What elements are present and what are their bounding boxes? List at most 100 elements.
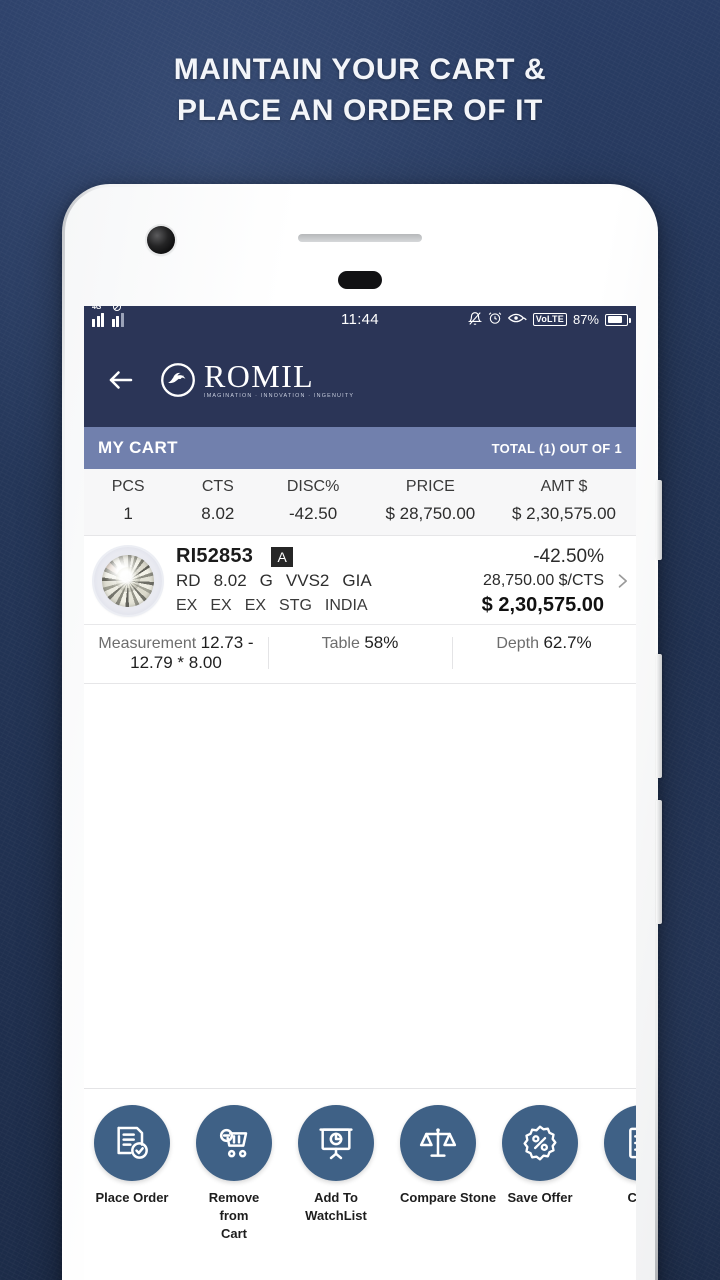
cart-item-info: RI52853 A -42.50% RD 8.02 G VVS2 GIA 28,… [162,545,608,617]
battery-icon [605,313,631,326]
eye-icon [507,312,527,327]
detail-depth-label: Depth [496,635,540,652]
stone-id-group: RI52853 A [176,545,293,568]
app-bar: ROMIL IMAGINATION · INNOVATION · INGENUI… [84,333,636,427]
status-bar: 4G 11:44 VoLTE 87% [84,306,636,333]
item-spec-group: RD 8.02 G VVS2 GIA [176,571,372,591]
summary-header-disc: DISC% [286,478,340,495]
item-cut: EX [176,596,198,614]
item-clarity: VVS2 [285,571,330,590]
status-bar-right: VoLTE 87% [467,311,631,329]
battery-percent-label: 87% [572,312,599,327]
alarm-clock-icon [488,311,502,328]
cart-title: MY CART [98,438,178,457]
earpiece-speaker [298,234,422,242]
cart-item-card[interactable]: RI52853 A -42.50% RD 8.02 G VVS2 GIA 28,… [84,535,636,684]
status-badge: A [271,547,293,567]
detail-table-value: 58% [364,633,399,652]
detail-depth-value: 62.7% [543,633,592,652]
action-compare-stone[interactable]: Compare Stone [400,1105,496,1243]
action-add-to-watchlist-label: Add To WatchList [305,1190,367,1223]
bell-muted-icon [467,311,482,329]
action-save-offer-label: Save Offer [507,1190,573,1205]
document-check-icon [94,1105,170,1181]
action-remove-from-cart[interactable]: Remove from Cart [196,1105,272,1243]
cart-item-row-grades: EX EX EX STG INDIA $ 2,30,575.00 [176,594,608,617]
item-shape: RD [176,571,201,590]
volume-up-button[interactable] [656,480,662,560]
volume-down-button[interactable] [656,654,662,778]
cart-item-detail-row: Measurement 12.73 - 12.79 * 8.00 Table 5… [84,624,636,684]
action-toolbar: Place Order Remove from Cart Add To Watc… [84,1088,636,1247]
phone-device-frame: 4G 11:44 VoLTE 87% ROMIL IMAGINATION · I… [62,184,662,1280]
detail-table: Table 58% [268,633,452,673]
summary-value-amt: $ 2,30,575.00 [512,504,616,523]
phone-screen: 4G 11:44 VoLTE 87% ROMIL IMAGINATION · I… [84,306,636,1280]
summary-value-price: $ 28,750.00 [385,504,476,523]
action-save-offer[interactable]: Save Offer [502,1105,578,1243]
summary-header-amt: AMT $ [540,478,588,495]
status-bar-left: 4G [92,306,129,327]
pegasus-circle-icon [160,362,196,398]
summary-header-pcs: PCS [111,478,145,495]
chevron-right-icon[interactable] [608,566,636,596]
detail-depth: Depth 62.7% [452,633,636,673]
cart-item-main-row[interactable]: RI52853 A -42.50% RD 8.02 G VVS2 GIA 28,… [84,536,636,624]
item-price-per-carat: 28,750.00 $/CTS [483,572,604,589]
presentation-chart-icon [298,1105,374,1181]
volte-badge: VoLTE [532,313,567,326]
promo-headline: MAINTAIN YOUR CART & PLACE AN ORDER OF I… [0,49,720,131]
network-type-label: 4G [92,306,102,311]
item-lab: GIA [342,571,372,590]
summary-header-cts: CTS [201,478,234,495]
promo-line-2: PLACE AN ORDER OF IT [177,94,543,127]
item-carat: 8.02 [213,571,247,590]
cart-summary-table: PCS CTS DISC% PRICE AMT $ 1 8.02 -42.50 … [84,469,636,535]
summary-header-price: PRICE [405,478,455,495]
detail-table-label: Table [321,635,360,652]
summary-value-row: 1 8.02 -42.50 $ 28,750.00 $ 2,30,575.00 [84,504,636,524]
action-compare-stone-label: Compare Stone [400,1190,497,1205]
item-color: G [259,571,273,590]
action-place-order-label: Place Order [95,1190,169,1205]
summary-value-disc: -42.50 [288,504,338,523]
action-create-offer[interactable]: Crea [604,1105,636,1243]
app-logo-tagline: IMAGINATION · INNOVATION · INGENUITY [204,393,355,399]
cart-empty-area [84,684,636,1088]
cart-header-bar: MY CART TOTAL (1) OUT OF 1 [84,427,636,469]
action-remove-from-cart-label: Remove from Cart [208,1190,260,1241]
front-camera [147,226,175,254]
item-fluorescence: STG [279,596,312,614]
power-button[interactable] [656,800,662,924]
cart-minus-icon [196,1105,272,1181]
item-origin: INDIA [324,596,368,614]
app-logo-text: ROMIL IMAGINATION · INNOVATION · INGENUI… [204,358,355,399]
action-create-offer-label: Crea [627,1190,636,1205]
proximity-sensor [338,271,382,289]
cart-item-row-specs: RD 8.02 G VVS2 GIA 28,750.00 $/CTS [176,571,608,591]
item-discount: -42.50% [533,545,604,567]
create-offer-icon [604,1105,636,1181]
app-logo: ROMIL IMAGINATION · INNOVATION · INGENUI… [160,358,355,399]
action-place-order[interactable]: Place Order [94,1105,170,1243]
detail-measurement: Measurement 12.73 - 12.79 * 8.00 [84,633,268,673]
back-arrow-icon[interactable] [106,365,136,395]
action-add-to-watchlist[interactable]: Add To WatchList [298,1105,374,1243]
round-diamond-photo [94,547,162,615]
item-grade-group: EX EX EX STG INDIA [176,597,368,615]
summary-header-row: PCS CTS DISC% PRICE AMT $ [84,478,636,504]
item-symmetry: EX [244,596,267,614]
percent-badge-icon [502,1105,578,1181]
item-amount: $ 2,30,575.00 [481,594,604,616]
summary-value-pcs: 1 [123,504,133,523]
app-logo-name: ROMIL [204,358,315,394]
item-polish: EX [210,596,232,614]
signal-bars-sim2-icon [111,306,129,327]
cart-total-count: TOTAL (1) OUT OF 1 [491,440,622,456]
stone-id: RI52853 [176,545,254,567]
promo-line-1: MAINTAIN YOUR CART & [173,53,547,86]
detail-measurement-label: Measurement [98,635,197,652]
status-bar-clock: 11:44 [341,311,379,328]
summary-value-cts: 8.02 [201,504,235,523]
balance-scale-icon [400,1105,476,1181]
